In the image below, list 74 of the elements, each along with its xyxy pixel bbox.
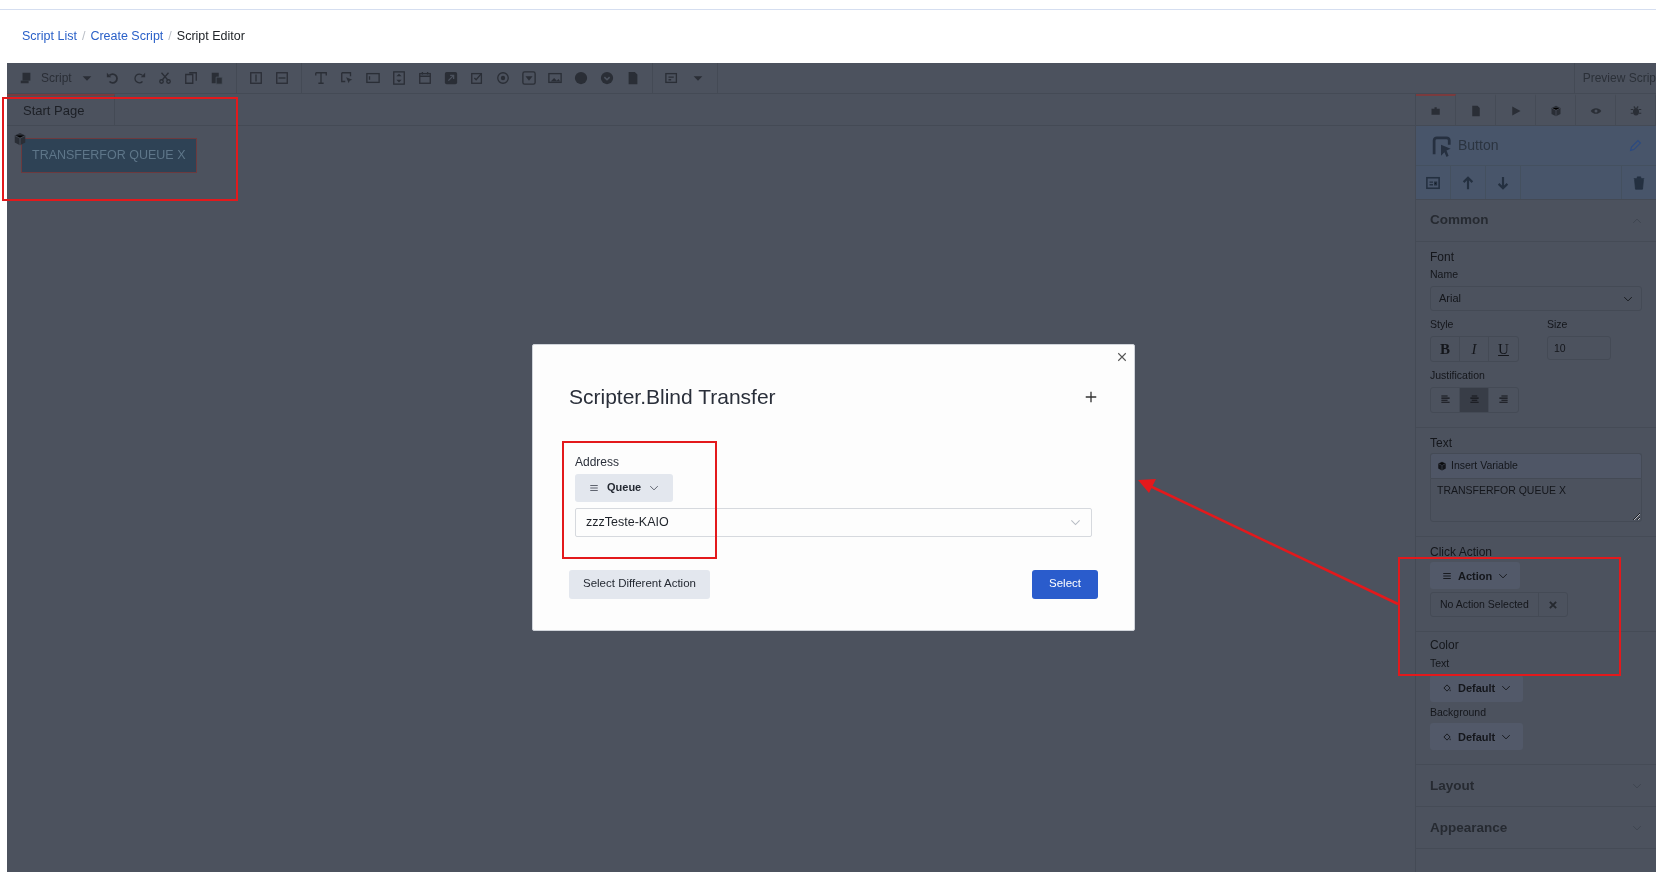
column-icon[interactable] <box>248 71 263 85</box>
pointer-icon <box>1430 134 1452 157</box>
field-label: Color <box>1430 638 1460 653</box>
field-label: Click Action <box>1430 545 1494 560</box>
address-select[interactable]: zzzTeste-KAIO <box>575 507 1092 537</box>
field-label: Background <box>1430 704 1488 720</box>
action-value: No Action Selected <box>1431 593 1539 617</box>
textbox-icon[interactable] <box>365 71 380 85</box>
insert-variable-button[interactable]: Insert Variable <box>1430 453 1642 479</box>
align-left-icon <box>1439 394 1451 406</box>
cube-icon <box>1437 461 1447 472</box>
breadcrumb-separator: / <box>168 28 172 46</box>
align-right-icon <box>1498 394 1509 406</box>
breadcrumb-link[interactable]: Create Script <box>90 27 164 46</box>
cut-icon[interactable] <box>157 71 172 85</box>
plus-icon[interactable] <box>1084 389 1098 404</box>
text-icon[interactable] <box>313 71 328 85</box>
italic-button[interactable]: I <box>1460 336 1489 361</box>
calendar-icon[interactable] <box>417 71 432 85</box>
justify-button[interactable] <box>1460 387 1489 412</box>
row-icon[interactable] <box>274 71 289 85</box>
image-icon[interactable] <box>547 71 562 85</box>
modal-title: Scripter.Blind Transfer <box>569 384 776 410</box>
select-different-action-button[interactable]: Select Different Action <box>569 569 710 599</box>
breadcrumb-link[interactable]: Script List <box>22 27 77 46</box>
field-label: Address <box>575 453 620 471</box>
undo-icon[interactable] <box>105 71 120 85</box>
close-icon <box>1547 599 1558 610</box>
radio-icon[interactable] <box>495 71 510 85</box>
background-color-button[interactable]: Default <box>1430 723 1524 751</box>
address-type-button[interactable]: Queue <box>575 473 674 502</box>
play-icon <box>1509 104 1522 117</box>
close-icon[interactable] <box>1116 351 1128 363</box>
field-label: Text <box>1430 655 1451 671</box>
layout-icon[interactable] <box>664 71 679 85</box>
text-color-button[interactable]: Default <box>1430 674 1524 702</box>
breadcrumb-separator: / <box>81 28 86 46</box>
checkbox-icon[interactable] <box>469 71 484 85</box>
document-icon <box>1469 104 1482 117</box>
field-label: Text <box>1430 435 1453 451</box>
arrow-up-icon[interactable] <box>1461 175 1475 190</box>
arrow-box-icon[interactable] <box>443 71 458 85</box>
arrow-down-icon[interactable] <box>1496 175 1510 190</box>
cursor-icon[interactable] <box>339 71 354 85</box>
field-label: Font <box>1430 250 1455 265</box>
underline-button[interactable]: U <box>1489 336 1518 361</box>
field-label: Style <box>1430 317 1455 333</box>
size-field[interactable]: 10 <box>1547 335 1611 360</box>
pencil-icon[interactable] <box>1629 139 1642 152</box>
spinner-icon[interactable] <box>391 71 406 85</box>
form-icon[interactable] <box>1426 175 1440 190</box>
copy-icon[interactable] <box>183 71 198 85</box>
menu-icon <box>1442 570 1452 581</box>
field-label: Justification <box>1430 367 1486 383</box>
text-area[interactable]: TRANSFERFOR QUEUE X <box>1430 478 1642 523</box>
bug-icon <box>1629 104 1642 117</box>
action-field[interactable]: No Action Selected <box>1430 592 1568 618</box>
dropdown-icon[interactable] <box>521 71 536 85</box>
select-button[interactable]: Select <box>1032 569 1098 599</box>
align-center-icon <box>1468 394 1480 406</box>
field-label: Size <box>1547 317 1569 333</box>
page-tab[interactable]: Start Page <box>7 94 115 125</box>
chevron-circle-icon[interactable] <box>599 71 614 85</box>
menu-icon <box>589 482 599 493</box>
scroll-icon <box>19 71 33 85</box>
font-select[interactable]: Arial <box>1430 286 1642 312</box>
redo-icon[interactable] <box>131 71 146 85</box>
bold-button[interactable]: B <box>1431 336 1460 361</box>
action-menu-button[interactable]: Action <box>1430 562 1521 590</box>
breadcrumb-current: Script Editor <box>176 28 245 46</box>
field-label: Name <box>1430 267 1459 283</box>
paste-icon[interactable] <box>209 71 224 85</box>
trash-icon[interactable] <box>1632 175 1646 190</box>
cube-icon <box>1549 104 1562 117</box>
